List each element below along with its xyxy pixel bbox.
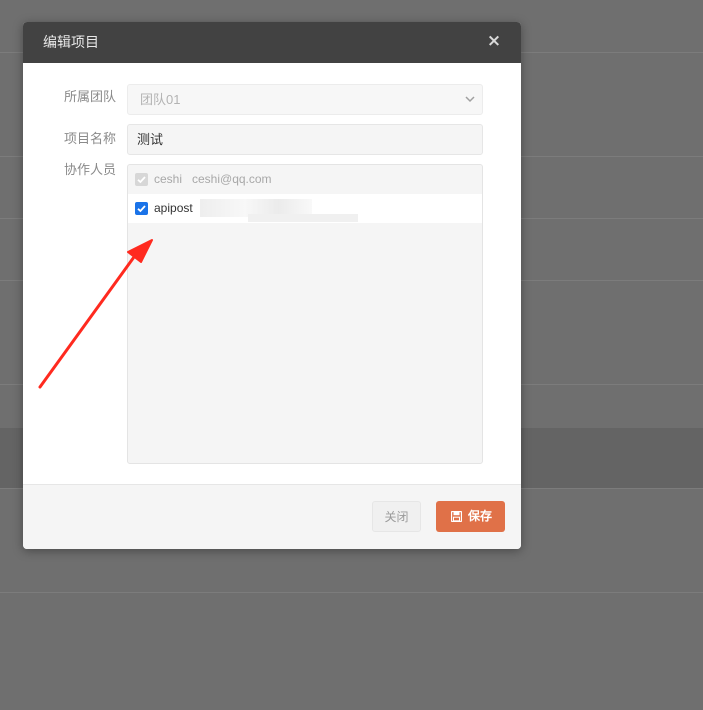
redacted-email (248, 214, 358, 222)
member-row-apipost: apipost (128, 194, 482, 223)
project-name-value: 测试 (137, 132, 164, 147)
dialog-header: 编辑项目 × (23, 22, 521, 63)
team-label: 所属团队 (64, 89, 117, 104)
checkmark-icon (137, 205, 146, 213)
member-list: ceshi ceshi@qq.com apipost (127, 164, 483, 464)
team-select-value: 团队01 (140, 92, 181, 107)
chevron-down-icon (465, 96, 475, 103)
member-checkbox-apipost[interactable] (135, 202, 148, 215)
save-button[interactable]: 保存 (436, 501, 505, 532)
floppy-disk-icon (451, 511, 462, 522)
members-label: 协作人员 (64, 162, 117, 177)
close-button[interactable]: 关闭 (372, 501, 421, 532)
save-button-label: 保存 (468, 509, 493, 523)
checkmark-icon (137, 176, 146, 184)
project-name-label: 项目名称 (64, 131, 117, 146)
edit-project-dialog: 编辑项目 × 所属团队 团队01 项目名称 测试 协作人员 ceshi cesh… (23, 22, 521, 549)
member-email: ceshi@qq.com (192, 172, 272, 186)
member-name: apipost (154, 201, 193, 215)
member-row-ceshi: ceshi ceshi@qq.com (128, 165, 482, 194)
dialog-footer: 关闭 保存 (23, 484, 521, 549)
member-checkbox-ceshi[interactable] (135, 173, 148, 186)
team-select[interactable]: 团队01 (127, 84, 483, 115)
member-name: ceshi (154, 172, 183, 186)
dialog-title: 编辑项目 (43, 34, 99, 50)
close-icon[interactable]: × (485, 31, 503, 51)
background-row-divider (0, 592, 703, 593)
project-name-input[interactable]: 测试 (127, 124, 483, 155)
